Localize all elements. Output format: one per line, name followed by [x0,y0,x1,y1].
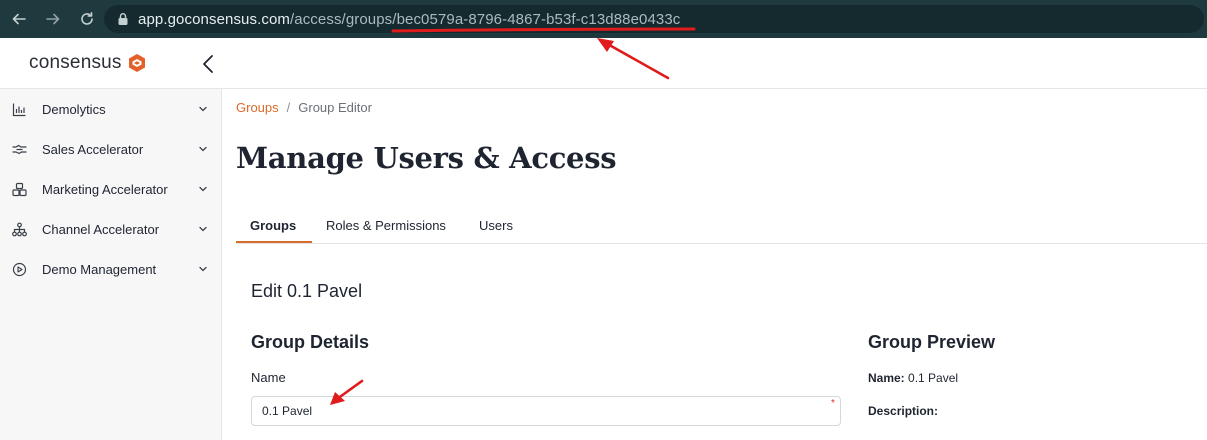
sidebar-item-demolytics[interactable]: Demolytics [0,89,222,129]
handshake-icon [11,141,27,157]
chevron-down-icon [199,186,207,192]
sidebar-item-label: Demolytics [42,101,106,117]
arrow-left-icon [12,13,26,25]
sidebar-item-marketing-accelerator[interactable]: Marketing Accelerator [0,169,222,209]
sidebar-item-label: Demo Management [42,261,157,277]
required-indicator: * [831,398,835,409]
group-details-heading: Group Details [251,332,370,352]
active-tab-indicator [236,241,312,243]
preview-name-row: Name: 0.1 Pavel [868,371,958,385]
bar-chart-icon [11,101,27,117]
consensus-logo[interactable]: consensus [29,52,147,74]
sidebar-item-sales-accelerator[interactable]: Sales Accelerator [0,129,222,169]
breadcrumb-current: Group Editor [298,100,372,115]
address-bar[interactable]: app.goconsensus.com/access/groups/bec057… [104,5,1204,33]
browser-toolbar: app.goconsensus.com/access/groups/bec057… [0,0,1207,38]
tab-bar: Groups Roles & Permissions Users [236,207,1207,244]
url-group-id: bec0579a-8796-4867-b53f-c13d88e0433c [396,10,681,28]
reload-button[interactable] [76,8,98,30]
collapse-sidebar-button[interactable] [198,51,218,77]
breadcrumb-groups-link[interactable]: Groups [236,100,279,115]
page-title: Manage Users & Access [236,141,617,175]
main-content: Groups / Group Editor Manage Users & Acc… [222,89,1207,440]
group-name-input[interactable] [251,396,841,426]
preview-description-row: Description: [868,404,938,418]
url-host: app.goconsensus.com [138,10,290,28]
logo-text: consensus [29,52,122,73]
preview-description-key: Description: [868,404,939,418]
arrow-right-icon [46,13,60,25]
breadcrumb-separator: / [286,100,291,115]
play-circle-icon [11,261,27,277]
sidebar-item-label: Channel Accelerator [42,221,160,237]
logo-mark-icon [128,54,145,72]
sidebar: Demolytics Sales Accelerator Marketing A… [0,89,222,440]
breadcrumb: Groups / Group Editor [236,100,372,115]
url-text: app.goconsensus.com/access/groups/bec057… [138,11,680,28]
chevron-down-icon [199,146,207,152]
sidebar-item-label: Marketing Accelerator [42,181,168,197]
sidebar-item-demo-management[interactable]: Demo Management [0,249,222,289]
lock-icon [118,13,128,25]
network-icon [11,221,27,237]
sidebar-item-channel-accelerator[interactable]: Channel Accelerator [0,209,222,249]
preview-name-value: 0.1 Pavel [908,371,959,385]
back-button[interactable] [8,8,30,30]
chevron-down-icon [199,266,207,272]
reload-icon [81,12,93,25]
app-header: consensus [0,38,1207,89]
group-preview-heading: Group Preview [868,332,996,352]
sidebar-item-label: Sales Accelerator [42,141,144,157]
tab-groups[interactable]: Groups [250,218,296,233]
boxes-icon [11,181,27,197]
chevron-down-icon [199,226,207,232]
forward-button[interactable] [42,8,64,30]
tab-users[interactable]: Users [479,218,513,233]
url-path: /access/groups/ [290,10,397,28]
name-label: Name [251,370,286,385]
tab-roles-permissions[interactable]: Roles & Permissions [326,218,446,233]
preview-name-key: Name: [868,371,905,385]
chevron-left-icon [203,55,213,73]
chevron-down-icon [199,106,207,112]
edit-group-title: Edit 0.1 Pavel [251,281,363,301]
